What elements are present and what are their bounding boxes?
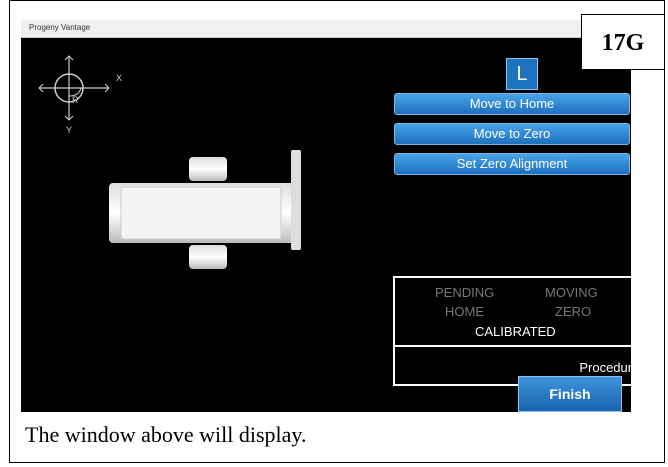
status-pending: PENDING (435, 285, 495, 300)
caption: The window above will display. (25, 422, 307, 447)
set-zero-alignment-button[interactable]: Set Zero Alignment (394, 153, 630, 175)
status-divider (395, 345, 631, 347)
status-zero: ZERO (555, 304, 592, 319)
status-moving: MOVING (545, 285, 598, 300)
window-title: Progeny Vantage (29, 23, 91, 32)
side-l-button[interactable]: L (506, 58, 538, 90)
r-axis-label: R (72, 95, 79, 105)
finish-button[interactable]: Finish (518, 376, 622, 412)
status-calibrated: CALIBRATED (475, 324, 556, 339)
figure-tag: 17G (581, 14, 665, 70)
title-bar: Progeny Vantage (21, 20, 631, 38)
axis-indicator-icon (38, 55, 110, 121)
app-window: Progeny Vantage X Y R L Move to Home Mov… (21, 20, 631, 412)
status-panel: PENDING MOVING HOME ZERO CALIBRATED Proc… (393, 276, 631, 386)
move-to-zero-button[interactable]: Move to Zero (394, 123, 630, 145)
move-to-home-button[interactable]: Move to Home (394, 93, 630, 115)
x-axis-label: X (116, 73, 123, 83)
y-axis-label: Y (66, 125, 73, 135)
status-home: HOME (445, 304, 484, 319)
table-illustration (109, 150, 301, 269)
procedure-label: Procedun (579, 360, 631, 375)
